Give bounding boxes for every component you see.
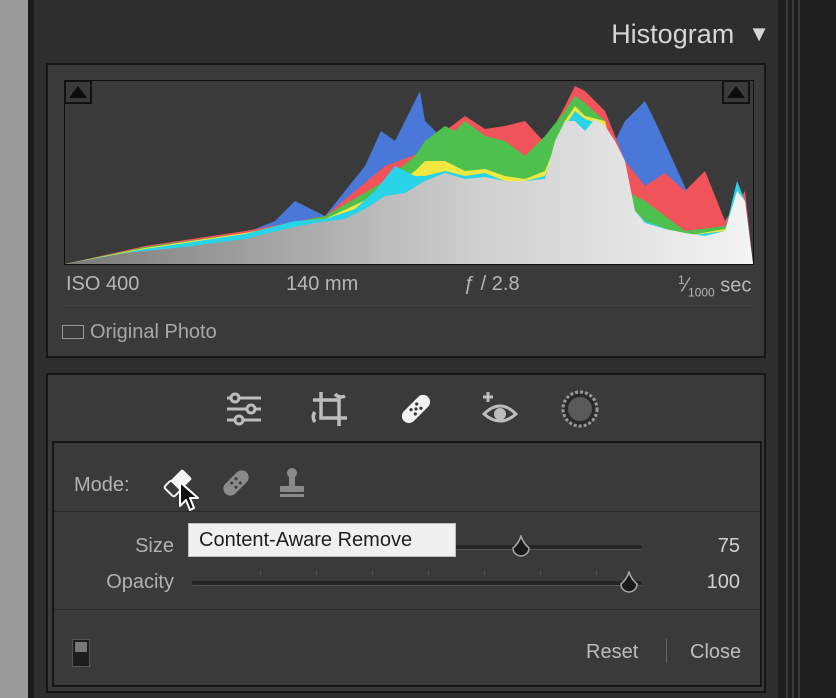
shutter-numerator: 1 xyxy=(678,273,685,287)
divider xyxy=(54,511,760,512)
red-eye-icon[interactable] xyxy=(480,390,520,428)
scrollbar[interactable] xyxy=(778,0,836,698)
sliders-icon[interactable] xyxy=(224,390,264,428)
shutter-unit: sec xyxy=(720,274,752,297)
original-photo-checkbox[interactable] xyxy=(62,325,84,339)
mouse-pointer-icon xyxy=(178,480,204,519)
divider xyxy=(64,305,752,306)
close-button[interactable]: Close xyxy=(690,641,741,664)
histogram-graph[interactable] xyxy=(64,80,754,265)
mode-row: Mode: xyxy=(74,469,130,501)
exif-info: ISO 400 140 mm ƒ / 2.8 1⁄1000 sec xyxy=(66,273,752,300)
iso-value: ISO 400 xyxy=(66,273,140,295)
opacity-slider[interactable] xyxy=(192,581,642,586)
bandage-icon[interactable] xyxy=(396,390,436,428)
histogram-header[interactable]: Histogram ▼ xyxy=(560,14,770,54)
original-photo-toggle[interactable]: Original Photo xyxy=(62,319,217,345)
divider xyxy=(54,609,760,610)
divider xyxy=(666,639,667,663)
histogram-title: Histogram xyxy=(611,18,735,49)
opacity-slider-thumb[interactable] xyxy=(618,569,640,595)
tool-strip xyxy=(48,375,764,441)
panel-enable-toggle[interactable] xyxy=(72,639,90,667)
stamp-icon[interactable] xyxy=(274,465,310,501)
triangle-down-icon[interactable]: ▼ xyxy=(748,21,770,47)
remove-tool-panel: Mode: Size 75 Opacity 100 Content-Aware … xyxy=(52,441,762,687)
panel-footer: Reset Close xyxy=(54,623,760,683)
highlight-clipping-button[interactable] xyxy=(722,80,750,104)
aperture-value: ƒ / 2.8 xyxy=(464,273,520,295)
histogram-panel: ISO 400 140 mm ƒ / 2.8 1⁄1000 sec Origin… xyxy=(46,63,766,358)
size-label: Size xyxy=(135,535,174,557)
tool-panel: Mode: Size 75 Opacity 100 Content-Aware … xyxy=(46,373,766,693)
opacity-label: Opacity xyxy=(106,571,174,593)
histogram-svg xyxy=(65,86,753,264)
shadow-clipping-button[interactable] xyxy=(64,80,92,104)
tooltip: Content-Aware Remove xyxy=(188,523,456,557)
shutter-speed-value: 1⁄1000 sec xyxy=(678,273,752,300)
masking-icon[interactable] xyxy=(560,390,600,428)
shutter-denominator: 1000 xyxy=(688,285,715,300)
left-panel-edge xyxy=(0,0,28,698)
bandage-icon[interactable] xyxy=(218,465,254,501)
size-slider-thumb[interactable] xyxy=(510,533,532,559)
original-photo-label: Original Photo xyxy=(90,320,217,343)
crop-rotate-icon[interactable] xyxy=(310,390,350,428)
opacity-value[interactable]: 100 xyxy=(680,571,740,594)
reset-button[interactable]: Reset xyxy=(586,641,638,664)
mode-label: Mode: xyxy=(74,473,130,496)
focal-length-value: 140 mm xyxy=(286,273,359,295)
size-value[interactable]: 75 xyxy=(680,535,740,558)
